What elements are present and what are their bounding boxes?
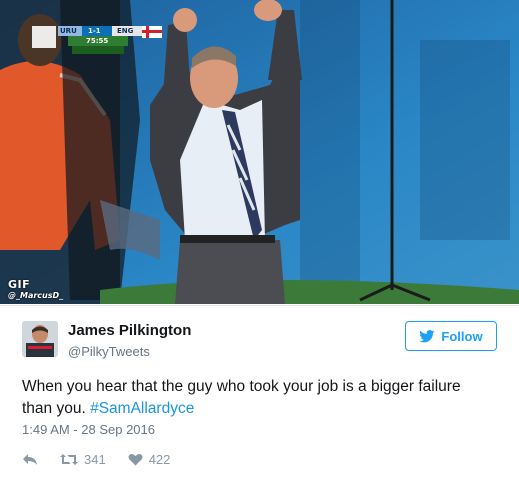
like-count: 422 (148, 452, 171, 467)
retweet-icon (60, 454, 78, 465)
scoreboard-overlay: URU 1-1 ENG 75:55 (32, 24, 172, 58)
gif-label: GIF (8, 278, 31, 291)
hashtag-link[interactable]: #SamAllardyce (90, 400, 194, 417)
gif-credit: @_MarcusD_ (8, 291, 64, 300)
follow-label: Follow (441, 328, 483, 344)
author-handle[interactable]: @PilkyTweets (68, 344, 150, 359)
avatar-image (22, 321, 58, 357)
score-home: URU (60, 27, 77, 35)
tweet-actions: 341 422 (22, 452, 170, 467)
follow-button[interactable]: Follow (405, 321, 497, 351)
bird-icon (419, 329, 435, 342)
tweet-media-gif[interactable]: URU 1-1 ENG 75:55 GIF @_MarcusD_ (0, 0, 519, 304)
match-clock: 75:55 (86, 37, 109, 45)
score-away: ENG (117, 27, 134, 35)
heart-icon (128, 453, 143, 466)
score-value: 1-1 (88, 27, 101, 35)
author-name[interactable]: James Pilkington (68, 322, 191, 339)
gif-badge: GIF @_MarcusD_ (8, 278, 64, 301)
tweet-timestamp[interactable]: 1:49 AM - 28 Sep 2016 (22, 422, 155, 437)
tweet-body: When you hear that the guy who took your… (22, 378, 461, 417)
tweet-text: When you hear that the guy who took your… (22, 376, 492, 420)
reply-icon (23, 454, 37, 465)
reply-button[interactable] (22, 453, 38, 466)
avatar[interactable] (22, 321, 58, 357)
retweet-count: 341 (84, 452, 106, 467)
retweet-button[interactable]: 341 (60, 452, 106, 467)
tweet-card: James Pilkington @PilkyTweets Follow Whe… (0, 305, 519, 482)
like-button[interactable]: 422 (128, 452, 171, 467)
